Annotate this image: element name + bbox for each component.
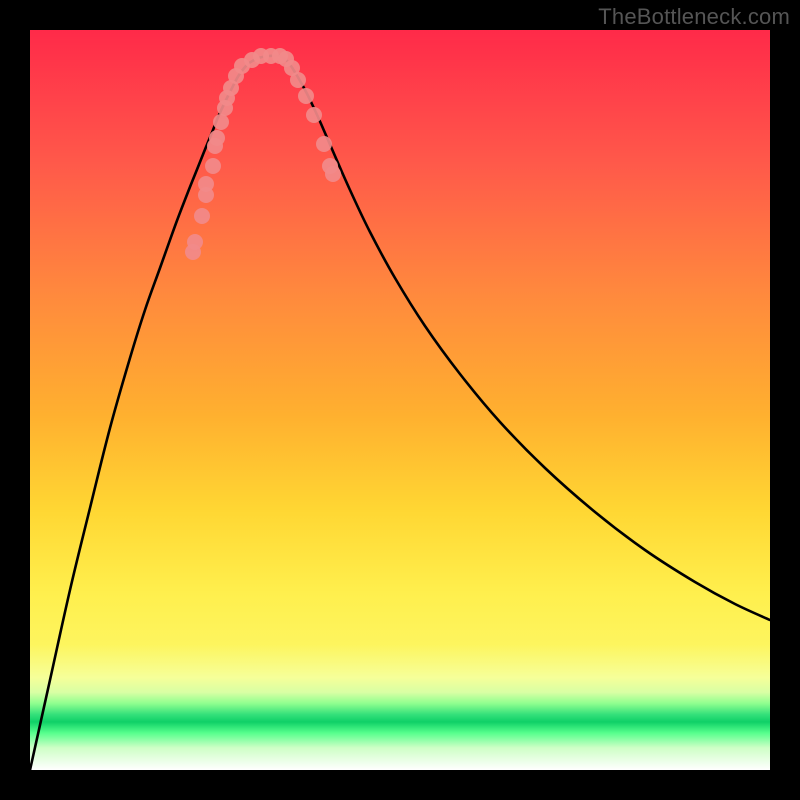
data-point [306, 107, 322, 123]
data-point [205, 158, 221, 174]
data-point [290, 72, 306, 88]
data-point [298, 88, 314, 104]
data-point [325, 166, 341, 182]
data-point [213, 114, 229, 130]
data-point [194, 208, 210, 224]
plot-area [30, 30, 770, 770]
data-point [209, 130, 225, 146]
data-point [316, 136, 332, 152]
bottleneck-curve [30, 56, 770, 770]
chart-frame: TheBottleneck.com [0, 0, 800, 800]
data-point [198, 176, 214, 192]
curve-svg [30, 30, 770, 770]
watermark-text: TheBottleneck.com [598, 4, 790, 30]
data-point [187, 234, 203, 250]
